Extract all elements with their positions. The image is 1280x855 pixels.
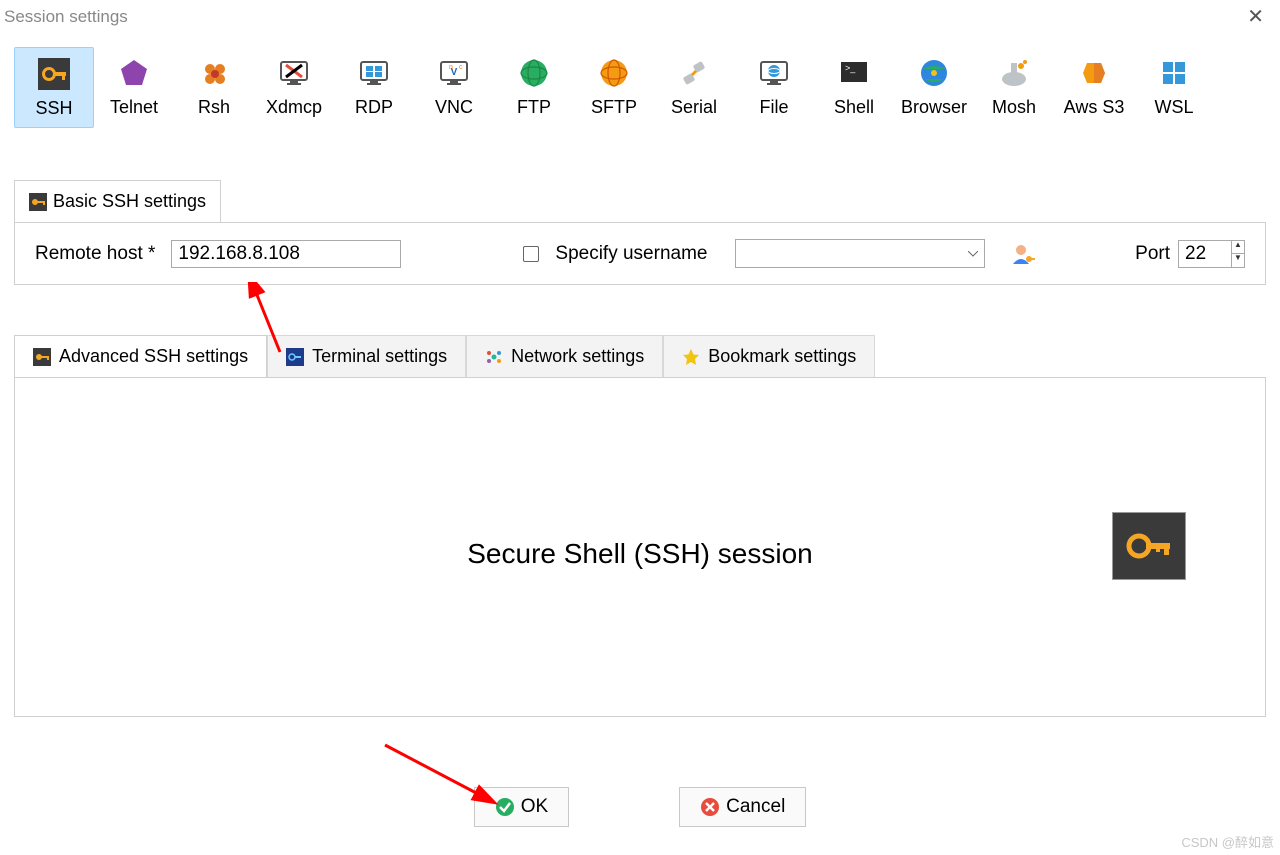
session-type-heading: Secure Shell (SSH) session bbox=[15, 538, 1265, 570]
session-type-label: Serial bbox=[671, 97, 717, 118]
tab-label: Network settings bbox=[511, 346, 644, 367]
tab-basic-label: Basic SSH settings bbox=[53, 191, 206, 212]
port-input[interactable] bbox=[1178, 240, 1232, 268]
tab-terminal[interactable]: Terminal settings bbox=[267, 335, 466, 377]
ssh-icon bbox=[38, 58, 70, 90]
session-key-icon bbox=[1113, 513, 1185, 579]
svg-text:>_: >_ bbox=[845, 63, 856, 73]
sftp-icon bbox=[598, 57, 630, 89]
cancel-label: Cancel bbox=[726, 796, 785, 818]
session-type-shell[interactable]: >_ Shell bbox=[814, 47, 894, 128]
session-type-vnc[interactable]: Vnc VNC bbox=[414, 47, 494, 128]
port-spinner[interactable]: ▲▼ bbox=[1232, 240, 1245, 268]
username-combobox[interactable] bbox=[735, 239, 985, 268]
vnc-icon: Vnc bbox=[438, 57, 470, 89]
session-type-label: Aws S3 bbox=[1064, 97, 1125, 118]
advanced-tabs: Advanced SSH settings Terminal settings Ne… bbox=[14, 335, 1266, 377]
session-type-label: WSL bbox=[1154, 97, 1193, 118]
user-key-icon[interactable] bbox=[1011, 242, 1035, 266]
session-type-ftp[interactable]: FTP bbox=[494, 47, 574, 128]
close-icon[interactable]: ✕ bbox=[1239, 4, 1272, 29]
port-label: Port bbox=[1135, 243, 1170, 265]
rsh-icon bbox=[198, 57, 230, 89]
session-type-rdp[interactable]: RDP bbox=[334, 47, 414, 128]
mosh-icon bbox=[998, 57, 1030, 89]
specify-username-checkbox[interactable] bbox=[523, 246, 539, 262]
ok-label: OK bbox=[521, 796, 548, 818]
bookmark-icon bbox=[682, 348, 700, 366]
tab-label: Bookmark settings bbox=[708, 346, 856, 367]
session-type-mosh[interactable]: Mosh bbox=[974, 47, 1054, 128]
telnet-icon bbox=[118, 57, 150, 89]
tab-label: Advanced SSH settings bbox=[59, 346, 248, 367]
session-type-file[interactable]: File bbox=[734, 47, 814, 128]
xdmcp-icon bbox=[278, 57, 310, 89]
specify-username-label: Specify username bbox=[555, 243, 707, 265]
session-type-ssh[interactable]: SSH bbox=[14, 47, 94, 128]
remote-host-label: Remote host * bbox=[35, 243, 155, 265]
session-type-label: SFTP bbox=[591, 97, 637, 118]
rdp-icon bbox=[358, 57, 390, 89]
tab-adv-ssh[interactable]: Advanced SSH settings bbox=[14, 335, 267, 377]
serial-icon bbox=[678, 57, 710, 89]
ok-button[interactable]: OK bbox=[474, 787, 569, 827]
session-type-label: Browser bbox=[901, 97, 967, 118]
wsl-icon bbox=[1158, 57, 1190, 89]
session-type-label: SSH bbox=[35, 98, 72, 119]
network-icon bbox=[485, 348, 503, 366]
remote-host-input[interactable] bbox=[171, 240, 401, 268]
ftp-icon bbox=[518, 57, 550, 89]
x-circle-icon bbox=[700, 797, 720, 817]
session-type-label: File bbox=[759, 97, 788, 118]
session-type-label: VNC bbox=[435, 97, 473, 118]
session-type-label: Telnet bbox=[110, 97, 158, 118]
session-type-awss3[interactable]: Aws S3 bbox=[1054, 47, 1134, 128]
session-type-telnet[interactable]: Telnet bbox=[94, 47, 174, 128]
session-types-toolbar: SSH Telnet Rsh Xdmcp RDP Vnc VNC FTP SFTP Serial F… bbox=[0, 35, 1280, 132]
session-type-label: RDP bbox=[355, 97, 393, 118]
window-title: Session settings bbox=[4, 7, 128, 27]
session-type-serial[interactable]: Serial bbox=[654, 47, 734, 128]
file-icon bbox=[758, 57, 790, 89]
session-type-sftp[interactable]: SFTP bbox=[574, 47, 654, 128]
session-type-label: Shell bbox=[834, 97, 874, 118]
watermark: CSDN @醉如意 bbox=[1181, 832, 1274, 851]
session-type-browser[interactable]: Browser bbox=[894, 47, 974, 128]
basic-settings-panel: Remote host * Specify username Port ▲▼ bbox=[14, 222, 1266, 285]
cancel-button[interactable]: Cancel bbox=[679, 787, 806, 827]
awss3-icon bbox=[1078, 57, 1110, 89]
browser-icon bbox=[918, 57, 950, 89]
session-type-rsh[interactable]: Rsh bbox=[174, 47, 254, 128]
tab-label: Terminal settings bbox=[312, 346, 447, 367]
adv-ssh-icon bbox=[33, 348, 51, 366]
advanced-panel: Secure Shell (SSH) session bbox=[14, 377, 1266, 717]
session-type-label: Rsh bbox=[198, 97, 230, 118]
tab-bookmark[interactable]: Bookmark settings bbox=[663, 335, 875, 377]
key-icon bbox=[29, 193, 47, 211]
session-type-label: FTP bbox=[517, 97, 551, 118]
shell-icon: >_ bbox=[838, 57, 870, 89]
svg-text:c: c bbox=[459, 64, 463, 71]
session-type-label: Mosh bbox=[992, 97, 1036, 118]
session-type-wsl[interactable]: WSL bbox=[1134, 47, 1214, 128]
session-type-xdmcp[interactable]: Xdmcp bbox=[254, 47, 334, 128]
chevron-down-icon bbox=[968, 251, 978, 257]
tab-basic-ssh-settings[interactable]: Basic SSH settings bbox=[14, 180, 221, 222]
tab-network[interactable]: Network settings bbox=[466, 335, 663, 377]
session-type-label: Xdmcp bbox=[266, 97, 322, 118]
check-circle-icon bbox=[495, 797, 515, 817]
terminal-icon bbox=[286, 348, 304, 366]
svg-text:n: n bbox=[449, 64, 453, 71]
